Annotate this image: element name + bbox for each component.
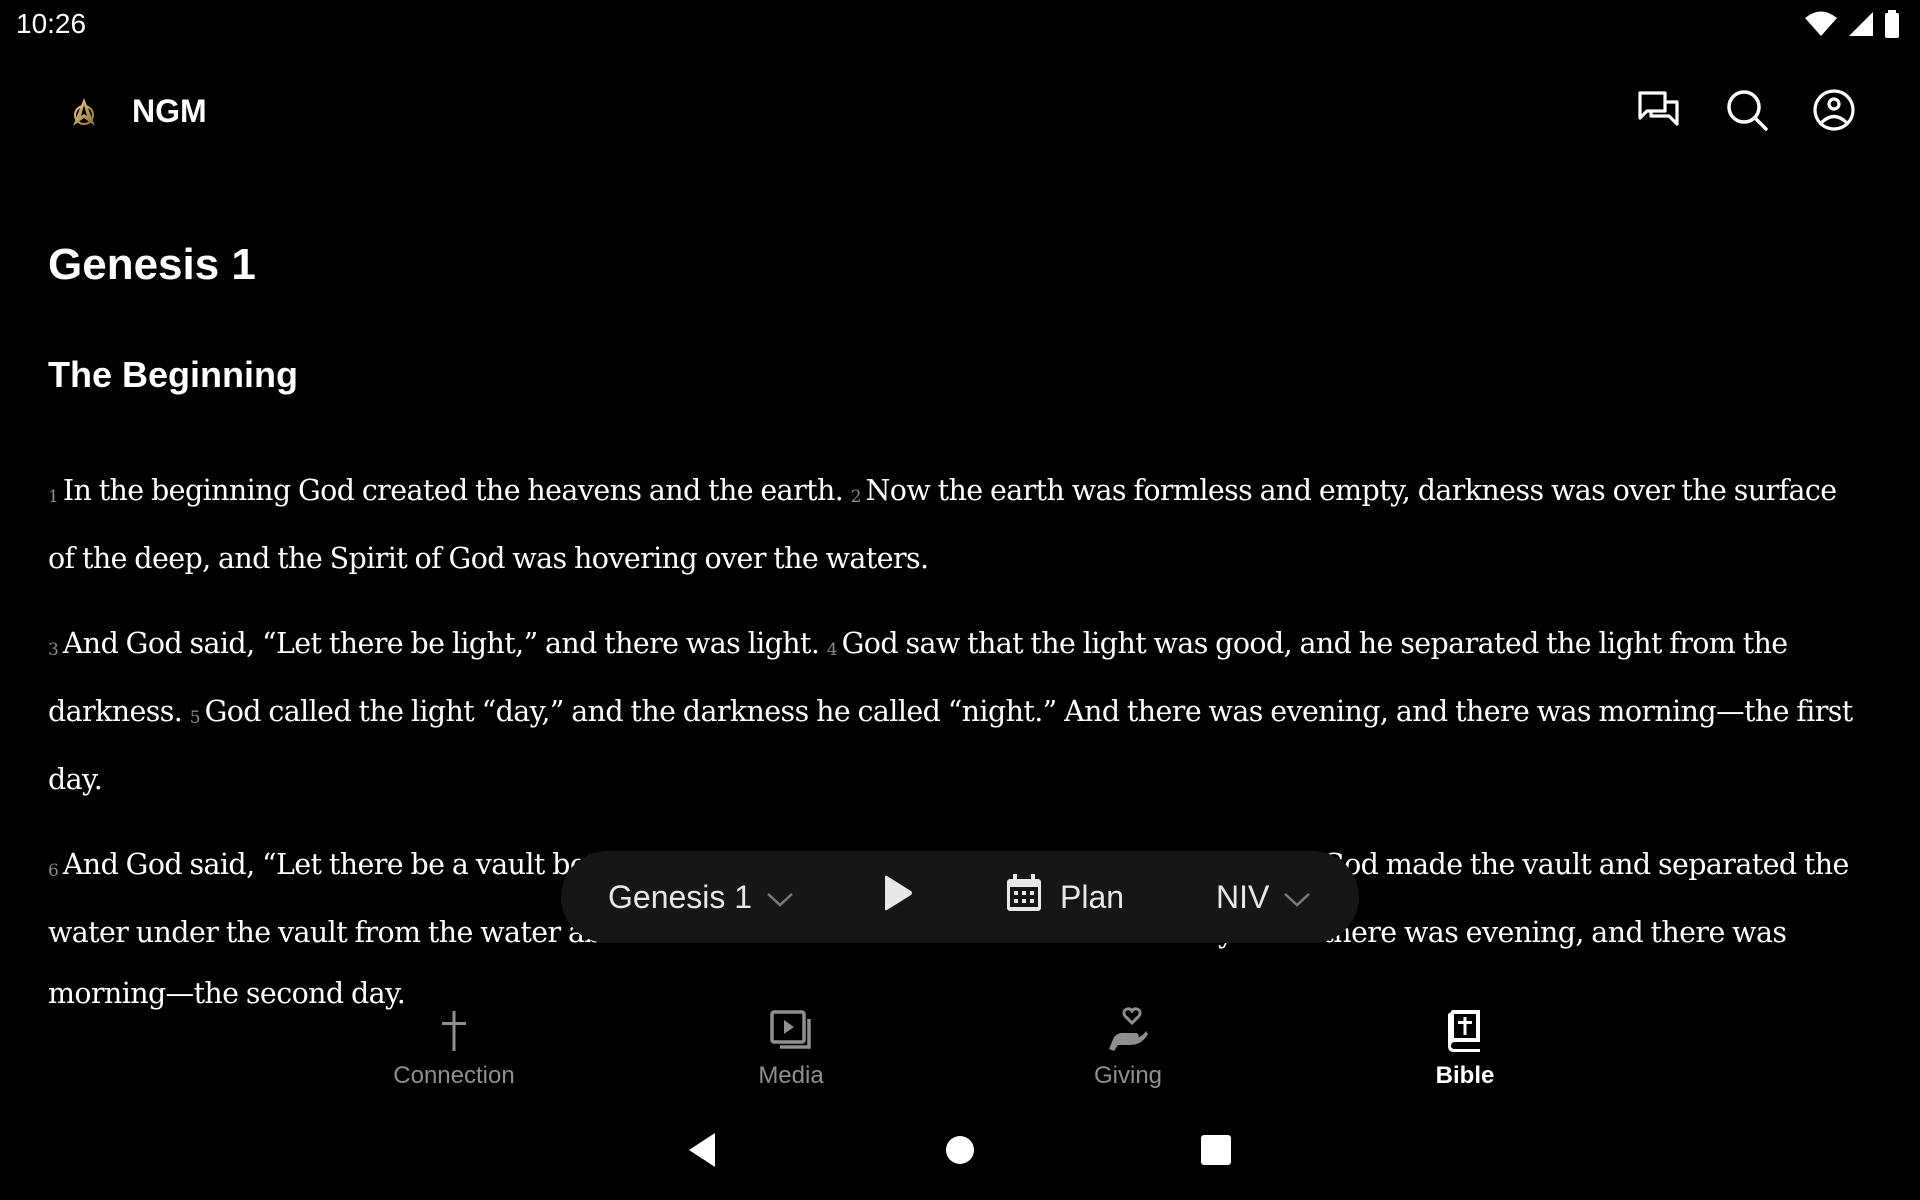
paragraph: 1 In the beginning God created the heaven… <box>48 460 1868 589</box>
nav-label: Giving <box>1093 1062 1163 1089</box>
messages-button[interactable] <box>1635 88 1683 136</box>
bible-icon <box>1447 1006 1483 1054</box>
ngm-logo-icon <box>68 96 100 128</box>
chapter-title: Genesis 1 <box>48 240 256 289</box>
search-icon <box>1725 88 1769 137</box>
recents-icon <box>1201 1134 1231 1170</box>
cell-signal-icon <box>1848 11 1874 42</box>
chevron-down-icon <box>766 879 794 916</box>
nav-label: Media <box>758 1062 824 1089</box>
verse-text: God called the light “day,” and the dark… <box>48 695 1853 796</box>
nav-bible[interactable]: Bible <box>1365 1006 1565 1096</box>
home-icon <box>945 1135 975 1170</box>
verse-number: 6 <box>48 861 59 881</box>
system-back-button[interactable] <box>680 1130 724 1174</box>
section-title: The Beginning <box>48 354 298 395</box>
verse[interactable]: 5 God called the light “day,” and the dar… <box>48 695 1853 796</box>
nav-connection[interactable]: Connection <box>354 1006 554 1096</box>
status-icons <box>1804 10 1900 43</box>
back-icon <box>687 1132 717 1173</box>
verse-text: And God said, “Let there be light,” and … <box>62 627 820 660</box>
account-button[interactable] <box>1810 88 1858 136</box>
verse-number: 4 <box>826 640 838 660</box>
verse-number: 3 <box>48 640 59 660</box>
plan-button[interactable]: Plan <box>1006 851 1124 943</box>
plan-label: Plan <box>1060 878 1125 915</box>
account-icon <box>1812 88 1856 137</box>
app-title: NGM <box>132 93 207 129</box>
nav-label: Connection <box>393 1062 515 1089</box>
status-time: 10:26 <box>16 8 87 39</box>
media-icon <box>769 1006 813 1054</box>
battery-icon <box>1884 10 1900 43</box>
paragraph: 3 And God said, “Let there be light,” and… <box>48 613 1868 810</box>
book-chapter-label: Genesis 1 <box>608 878 753 915</box>
chat-icon <box>1637 90 1681 135</box>
book-chapter-selector[interactable]: Genesis 1 <box>608 851 794 943</box>
calendar-icon <box>1006 874 1042 920</box>
verse[interactable]: 3 And God said, “Let there be light,” and… <box>48 627 820 660</box>
system-home-button[interactable] <box>938 1130 982 1174</box>
play-icon <box>883 875 913 919</box>
giving-hand-icon <box>1106 1006 1150 1054</box>
wifi-icon <box>1804 11 1838 42</box>
verse[interactable]: 1 In the beginning God created the heaven… <box>48 474 844 507</box>
system-recents-button[interactable] <box>1194 1130 1238 1174</box>
verse-number: 2 <box>850 487 862 507</box>
verse-number: 1 <box>48 487 59 507</box>
version-label: NIV <box>1216 878 1270 915</box>
verse-text: In the beginning God created the heavens… <box>62 474 844 507</box>
chevron-down-icon <box>1283 879 1311 916</box>
play-audio-button[interactable] <box>883 851 913 943</box>
nav-label: Bible <box>1435 1062 1495 1089</box>
nav-media[interactable]: Media <box>691 1006 891 1096</box>
cross-icon <box>439 1006 469 1054</box>
verse-number: 5 <box>189 708 201 728</box>
passage-text: 1 In the beginning God created the heaven… <box>48 460 1868 1048</box>
nav-giving[interactable]: Giving <box>1028 1006 1228 1096</box>
version-selector[interactable]: NIV <box>1216 851 1311 943</box>
reader-toolbar: Genesis 1 Plan NIV <box>561 851 1359 943</box>
search-button[interactable] <box>1723 88 1771 136</box>
